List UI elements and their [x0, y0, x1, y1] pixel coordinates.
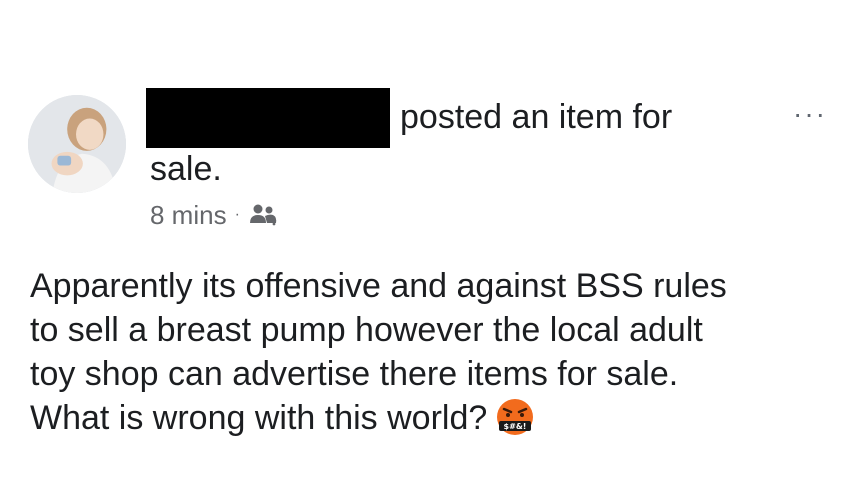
post-body-line-text: What is wrong with this world? — [30, 399, 488, 437]
post-header: posted an item for — [146, 88, 746, 148]
post-action-text-cont: sale. — [150, 150, 222, 188]
group-icon[interactable] — [248, 202, 278, 228]
angry-face-emoji-icon: $#&! — [493, 397, 537, 437]
post-body-line: Apparently its offensive and against BSS… — [30, 267, 727, 305]
meta-separator: · — [234, 206, 240, 223]
post-body-line: What is wrong with this world? $#&! — [30, 396, 850, 440]
emoji-symbol-text: $#&! — [504, 422, 527, 431]
post-meta: 8 mins · — [150, 198, 278, 232]
post-card: posted an item for sale. ··· 8 mins · Ap… — [0, 0, 862, 485]
post-body-line: to sell a breast pump however the local … — [30, 311, 703, 349]
post-timestamp[interactable]: 8 mins — [150, 198, 227, 232]
more-options-button[interactable]: ··· — [793, 100, 827, 128]
post-body-line: toy shop can advertise there items for s… — [30, 355, 679, 393]
redacted-author-name — [146, 88, 390, 148]
avatar[interactable] — [28, 95, 126, 193]
post-body: Apparently its offensive and against BSS… — [30, 264, 850, 440]
avatar-photo — [28, 95, 126, 193]
post-action-text: posted an item for — [400, 98, 673, 136]
